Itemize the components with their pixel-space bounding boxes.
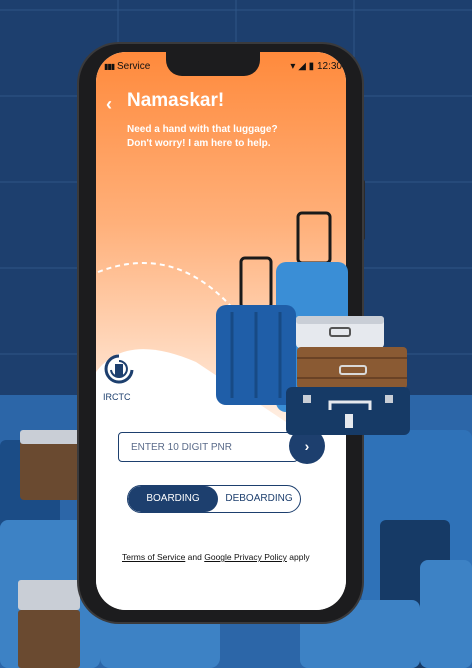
subtitle-line-1: Need a hand with that luggage? [127,124,278,135]
boarding-mode-toggle: BOARDING DEBOARDING [127,485,301,513]
chevron-right-icon: › [304,438,310,454]
phone-screen: ▮▮▮ Service ▾ ◢ ▮ 12:30 ‹ Namaskar! Need… [96,52,346,610]
status-right: ▾ ◢ ▮ 12:30 [290,61,342,72]
signal-icon: ▮▮▮ [104,62,115,71]
submit-pnr-button[interactable]: › [289,428,325,464]
page-subtitle: Need a hand with that luggage? Don't wor… [127,123,307,151]
cellular-icon: ◢ [298,61,306,72]
clock-label: 12:30 [316,61,342,72]
signal-carrier: ▮▮▮ Service [104,61,150,72]
terms-notice: Terms of Service and Google Privacy Poli… [122,552,310,562]
terms-suffix: apply [289,552,310,562]
irctc-logo-icon [104,354,134,384]
deboarding-option[interactable]: DEBOARDING [218,486,300,512]
carrier-label: Service [117,61,151,72]
phone-notch [166,44,260,76]
pnr-field[interactable] [118,432,298,462]
pnr-input[interactable] [129,433,293,461]
terms-connector: and [187,552,202,562]
subtitle-line-2: Don't worry! I am here to help. [127,138,271,149]
battery-icon: ▮ [308,61,315,72]
brand-name: IRCTC [103,392,131,402]
terms-of-service-link[interactable]: Terms of Service [122,552,185,562]
privacy-policy-link[interactable]: Google Privacy Policy [204,552,287,562]
back-chevron-icon[interactable]: ‹ [106,94,112,115]
wifi-icon: ▾ [290,61,296,72]
boarding-option[interactable]: BOARDING [128,486,218,512]
page-title: Namaskar! [127,90,225,111]
